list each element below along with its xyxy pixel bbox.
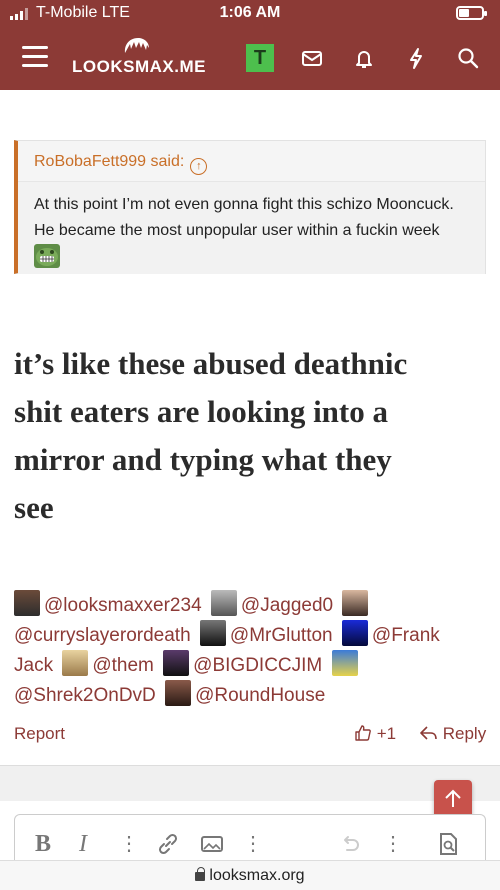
avatar[interactable] bbox=[163, 650, 190, 676]
user-mention[interactable]: @MrGlutton bbox=[230, 625, 333, 646]
avatar[interactable] bbox=[341, 620, 368, 646]
avatar[interactable] bbox=[165, 680, 192, 706]
avatar[interactable] bbox=[331, 650, 358, 676]
post-actions: Report +1 Reply bbox=[0, 720, 500, 748]
user-mention[interactable]: @them bbox=[92, 655, 154, 676]
avatar[interactable] bbox=[210, 590, 237, 616]
quote-body: At this point I’m not even gonna fight t… bbox=[18, 181, 485, 274]
post-line: shit eaters are looking into a bbox=[14, 394, 388, 429]
quote-block: RoBobaFett999 said: ↑ At this point I’m n… bbox=[14, 140, 486, 274]
post-line: see bbox=[14, 490, 54, 525]
post-body: it’s like these abused deathnic shit eat… bbox=[14, 340, 484, 532]
site-logo[interactable]: LOOKSMAX.ME bbox=[72, 36, 206, 84]
reply-label: Reply bbox=[442, 724, 487, 743]
italic-icon[interactable]: I bbox=[79, 831, 87, 857]
user-mention[interactable]: @Shrek2OnDvD bbox=[14, 685, 156, 706]
post-line: it’s like these abused deathnic bbox=[14, 346, 408, 381]
like-button[interactable]: +1 bbox=[354, 724, 396, 744]
section-divider bbox=[0, 765, 500, 801]
reply-button[interactable]: Reply bbox=[420, 724, 486, 744]
status-bar: T-Mobile LTE 1:06 AM bbox=[0, 0, 500, 28]
user-mention[interactable]: @BIGDICCJIM bbox=[193, 655, 322, 676]
user-avatar[interactable]: T bbox=[246, 44, 274, 72]
arrow-up-icon bbox=[445, 789, 461, 807]
link-icon[interactable] bbox=[155, 831, 181, 857]
pepe-emoji-icon bbox=[34, 244, 60, 268]
url-domain: looksmax.org bbox=[209, 867, 305, 884]
avatar[interactable] bbox=[62, 650, 89, 676]
post-line: mirror and typing what they bbox=[14, 442, 392, 477]
undo-icon[interactable] bbox=[337, 831, 363, 857]
nav-bar: LOOKSMAX.ME T bbox=[0, 30, 500, 90]
user-mention[interactable]: @RoundHouse bbox=[195, 685, 325, 706]
mentions-list: @looksmaxxer234 @Jagged0 @curryslayerord… bbox=[14, 590, 484, 710]
user-mention[interactable]: @Jagged0 bbox=[241, 595, 333, 616]
preview-icon[interactable] bbox=[435, 831, 461, 857]
avatar[interactable] bbox=[199, 620, 226, 646]
arrow-up-circle-icon[interactable]: ↑ bbox=[190, 158, 208, 175]
more-options-icon[interactable]: ⋮ bbox=[383, 831, 403, 857]
quote-text: At this point I’m not even gonna fight t… bbox=[34, 196, 454, 239]
user-mention[interactable]: @looksmaxxer234 bbox=[44, 595, 202, 616]
search-icon[interactable] bbox=[454, 44, 482, 72]
battery-icon bbox=[456, 6, 487, 20]
bell-icon[interactable] bbox=[350, 44, 378, 72]
hamburger-icon[interactable] bbox=[22, 46, 48, 68]
lock-icon bbox=[195, 867, 206, 881]
quote-author[interactable]: RoBobaFett999 said: ↑ bbox=[34, 153, 208, 175]
user-mention[interactable]: @curryslayerordeath bbox=[14, 625, 191, 646]
inbox-icon[interactable] bbox=[298, 44, 326, 72]
thumbs-up-icon bbox=[355, 725, 371, 741]
quote-author-label[interactable]: RoBobaFett999 said: bbox=[34, 153, 184, 170]
avatar[interactable] bbox=[14, 590, 40, 616]
scroll-to-top-button[interactable] bbox=[434, 780, 472, 818]
avatar[interactable] bbox=[342, 590, 369, 616]
like-count: +1 bbox=[376, 724, 397, 743]
clock: 1:06 AM bbox=[219, 4, 281, 21]
bolt-icon[interactable] bbox=[402, 44, 430, 72]
more-options-icon[interactable]: ⋮ bbox=[119, 831, 139, 857]
app-header: T-Mobile LTE 1:06 AM LOOKSMAX.ME T bbox=[0, 0, 500, 90]
site-name: LOOKSMAX.ME bbox=[72, 57, 206, 76]
report-link[interactable]: Report bbox=[14, 724, 65, 744]
image-icon[interactable] bbox=[199, 831, 225, 857]
browser-url-bar[interactable]: looksmax.org bbox=[0, 860, 500, 890]
reply-icon bbox=[420, 726, 437, 740]
hair-logo-icon bbox=[124, 38, 149, 53]
bold-icon[interactable]: B bbox=[35, 831, 51, 857]
more-options-icon[interactable]: ⋮ bbox=[243, 831, 263, 857]
